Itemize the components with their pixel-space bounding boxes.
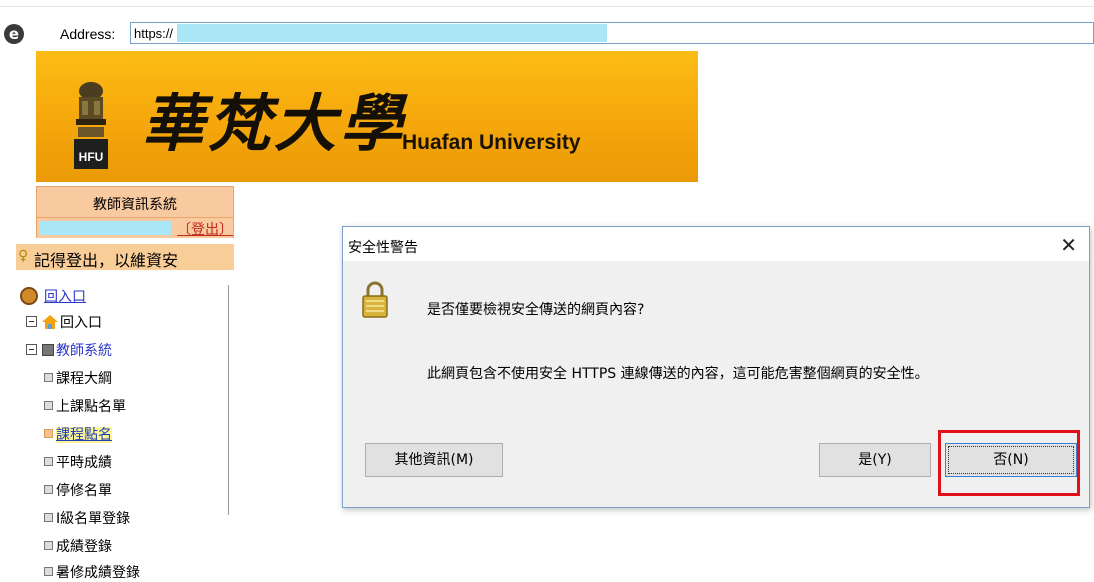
annotation-highlight-box <box>938 430 1080 496</box>
university-emblem-icon: HFU <box>74 82 108 169</box>
redacted-username <box>39 221 171 235</box>
system-title-box: 教師資訊系統 <box>36 186 234 218</box>
logout-link[interactable]: 〔登出〕 <box>177 219 233 239</box>
bullet-icon <box>44 373 53 382</box>
redacted-url <box>177 24 607 42</box>
tree-item-grade-entry[interactable]: 成績登錄 <box>44 536 112 556</box>
tree-item-summer-grades[interactable]: 暑修成績登錄 <box>44 562 140 582</box>
user-row: 〔登出〕 <box>36 218 234 238</box>
address-bar: e Address: https:// <box>0 0 1094 50</box>
tree-item-syllabus[interactable]: 課程大綱 <box>44 368 112 388</box>
address-url-text: https:// <box>134 26 174 41</box>
university-banner: HFU 華梵大學 Huafan University <box>36 51 698 182</box>
tree-root-link[interactable]: 回入口 <box>44 289 86 305</box>
collapse-icon[interactable] <box>26 344 37 355</box>
tree-item-home[interactable]: 回入口 <box>26 312 102 332</box>
reminder-row: ♀ 記得登出，以維資安 <box>16 244 234 270</box>
bullet-icon <box>44 567 53 576</box>
menu-divider <box>228 285 229 515</box>
home-icon <box>42 315 58 329</box>
tree-item-label: 課程點名 <box>56 427 112 443</box>
tree-item-label: 停修名單 <box>56 483 112 499</box>
bullet-icon <box>44 429 53 438</box>
bullet-icon <box>44 457 53 466</box>
emblem-text: HFU <box>79 150 104 164</box>
tree-item-regular-grades[interactable]: 平時成績 <box>44 452 112 472</box>
address-input[interactable]: https:// <box>130 22 1094 44</box>
dialog-titlebar[interactable]: 安全性警告 ✕ <box>343 227 1089 261</box>
mascot-icon <box>20 287 38 305</box>
system-title: 教師資訊系統 <box>93 197 177 213</box>
tree-item-withdrawal-list[interactable]: 停修名單 <box>44 480 112 500</box>
lock-icon <box>362 281 388 318</box>
dialog-title: 安全性警告 <box>348 240 418 256</box>
tree-item-label: 回入口 <box>60 315 102 331</box>
address-label: Address: <box>60 26 116 42</box>
banner-title-english: Huafan University <box>402 131 581 154</box>
tree-item-teacher-system[interactable]: 教師系統 <box>26 340 112 360</box>
tree-item-roll-call[interactable]: 課程點名 <box>44 424 112 444</box>
folder-icon <box>42 344 54 356</box>
banner-title-chinese: 華梵大學 <box>142 87 407 160</box>
bullet-icon <box>44 485 53 494</box>
browser-e-icon: e <box>4 24 24 44</box>
toolbar-divider <box>0 6 1094 7</box>
more-info-button[interactable]: 其他資訊(M) <box>365 443 503 477</box>
tree-item-label: 平時成績 <box>56 455 112 471</box>
yes-button[interactable]: 是(Y) <box>819 443 931 477</box>
tree-item-label: 成績登錄 <box>56 539 112 555</box>
dialog-question: 是否僅要檢視安全傳送的網頁內容? <box>427 302 645 318</box>
tree-item-label: I級名單登錄 <box>56 511 131 527</box>
tree-item-label: 教師系統 <box>56 343 112 359</box>
tree-item-attendance-sheet[interactable]: 上課點名單 <box>44 396 126 416</box>
bullet-icon <box>44 401 53 410</box>
reminder-text: 記得登出，以維資安 <box>34 251 179 270</box>
tree-item-label: 上課點名單 <box>56 399 126 415</box>
dialog-message: 此網頁包含不使用安全 HTTPS 連線傳送的內容，這可能危害整個網頁的安全性。 <box>427 366 929 382</box>
close-icon[interactable]: ✕ <box>1060 233 1077 257</box>
tree-item-i-list[interactable]: I級名單登錄 <box>44 508 130 528</box>
bullet-icon <box>44 541 53 550</box>
tree-item-label: 課程大綱 <box>56 371 112 387</box>
tree-root[interactable]: 回入口 <box>20 286 86 306</box>
collapse-icon[interactable] <box>26 316 37 327</box>
bullet-icon <box>44 513 53 522</box>
tree-item-label: 暑修成績登錄 <box>56 565 140 581</box>
lightbulb-icon: ♀ <box>18 248 29 264</box>
